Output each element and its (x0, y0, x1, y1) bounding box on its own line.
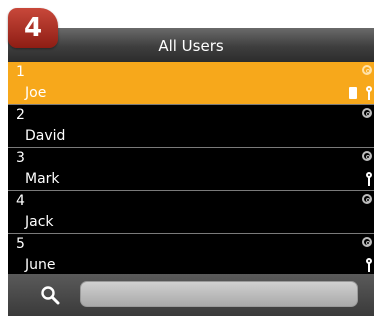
user-id: 2 (16, 107, 25, 123)
fingerprint-icon (362, 237, 372, 247)
user-id: 1 (16, 64, 25, 80)
password-key-icon (366, 172, 372, 186)
step-number-badge: 4 (8, 8, 58, 48)
device-screen: All Users 1 Joe 2 David 3 Mark 4 Jack 5 … (8, 28, 374, 316)
user-id: 4 (16, 193, 25, 209)
card-icon (349, 87, 357, 99)
page-title: All Users (8, 28, 374, 62)
user-name: Jack (25, 214, 54, 230)
password-key-icon (366, 86, 372, 100)
user-row-5[interactable]: 5 June (8, 234, 374, 277)
fingerprint-icon (362, 194, 372, 204)
search-bar (8, 274, 374, 316)
search-icon[interactable] (40, 285, 60, 305)
fingerprint-icon (362, 65, 372, 75)
user-list: 1 Joe 2 David 3 Mark 4 Jack 5 June (8, 62, 374, 277)
user-name: David (25, 128, 66, 144)
user-id: 5 (16, 236, 25, 252)
user-name: Mark (25, 171, 60, 187)
user-row-2[interactable]: 2 David (8, 105, 374, 148)
user-row-4[interactable]: 4 Jack (8, 191, 374, 234)
user-row-1[interactable]: 1 Joe (8, 62, 374, 105)
user-name: Joe (25, 85, 47, 101)
fingerprint-icon (362, 151, 372, 161)
password-key-icon (366, 258, 372, 272)
search-input[interactable] (80, 281, 358, 307)
fingerprint-icon (362, 108, 372, 118)
user-row-3[interactable]: 3 Mark (8, 148, 374, 191)
user-id: 3 (16, 150, 25, 166)
user-name: June (25, 257, 56, 273)
